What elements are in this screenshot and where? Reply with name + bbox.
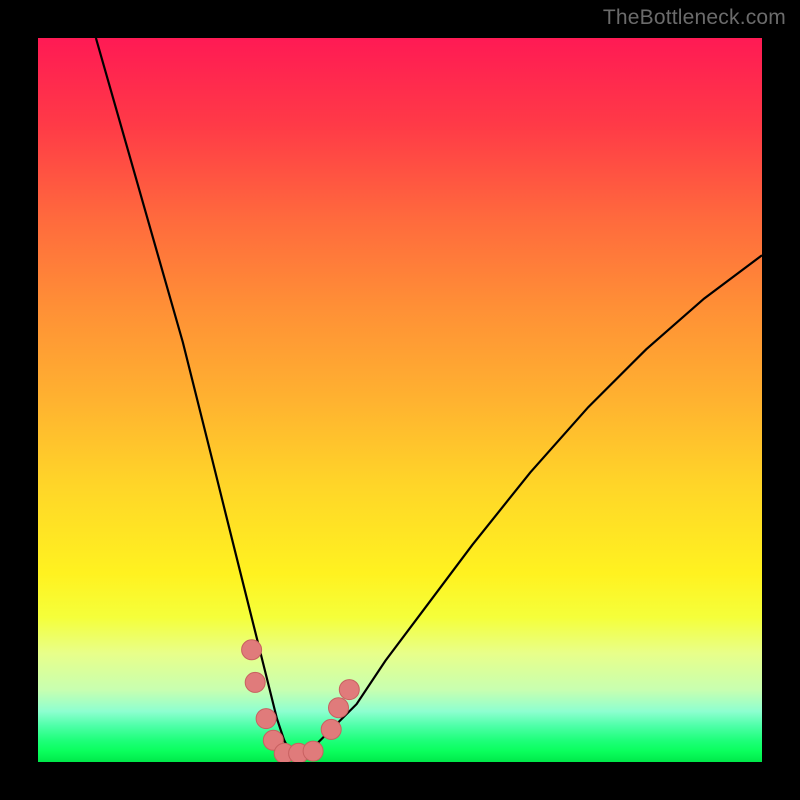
watermark-text: TheBottleneck.com [603, 6, 786, 30]
chart-frame [0, 0, 800, 800]
